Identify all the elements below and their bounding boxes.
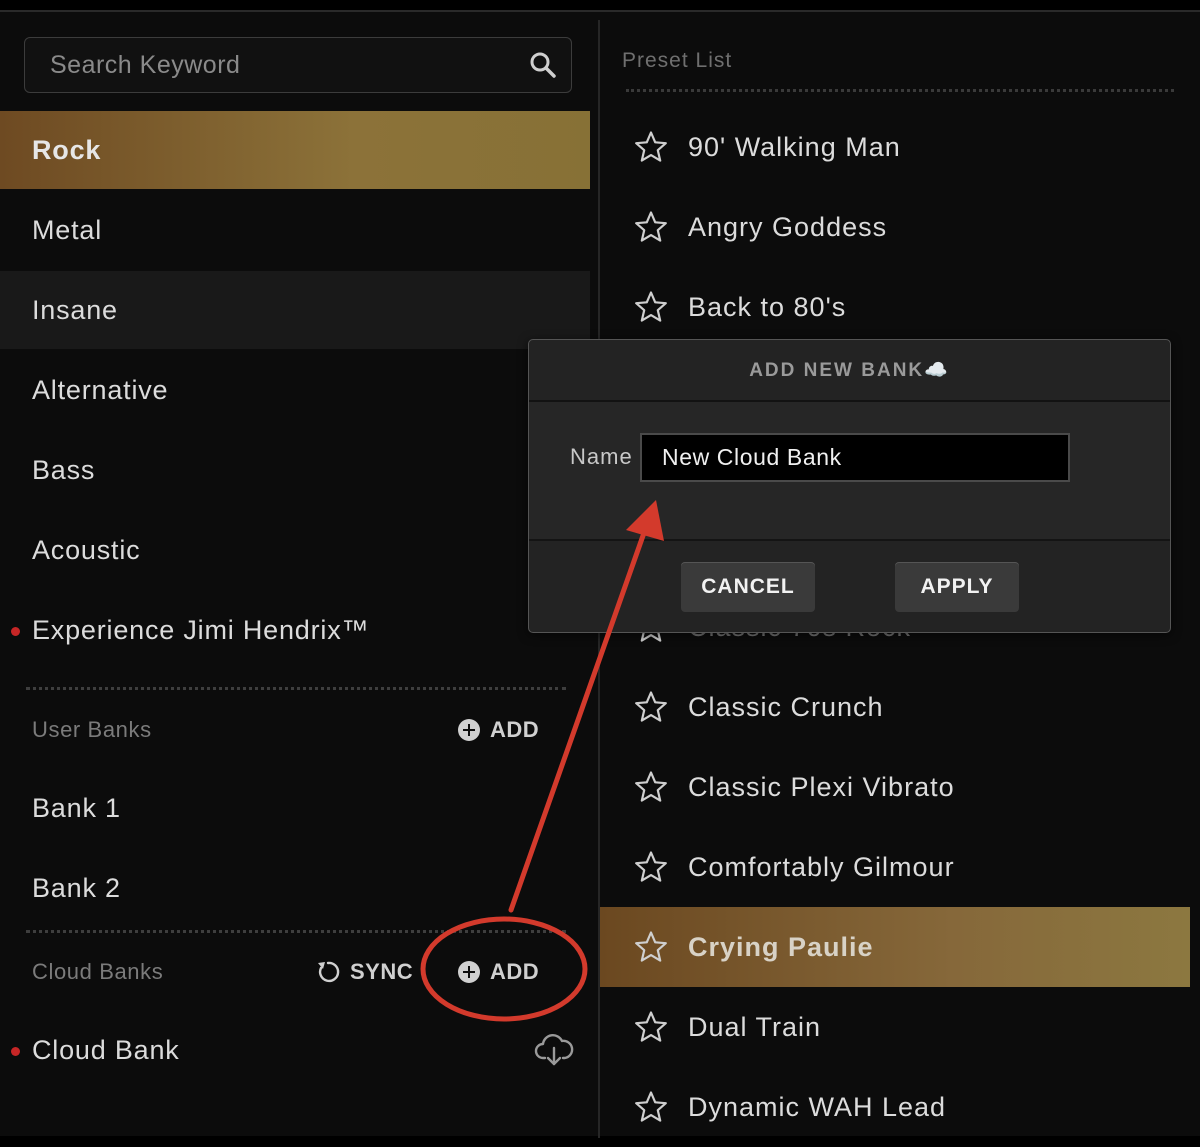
category-label: Insane (32, 295, 118, 325)
dialog-body: Name (529, 402, 1170, 541)
category-label: Rock (32, 135, 102, 165)
cloud-bank-item[interactable]: Cloud Bank (0, 1011, 590, 1089)
preset-item[interactable]: Classic Crunch (600, 667, 1190, 747)
name-label: Name (570, 444, 633, 469)
category-acoustic[interactable]: Acoustic (0, 511, 590, 589)
category-label: Experience Jimi Hendrix™ (32, 615, 370, 645)
refresh-icon (318, 961, 340, 983)
section-divider (26, 930, 566, 933)
star-icon[interactable] (634, 770, 668, 804)
category-label: Bass (32, 455, 96, 485)
search-input[interactable] (25, 38, 515, 92)
preset-label: Back to 80's (688, 292, 847, 322)
preset-item[interactable]: 90' Walking Man (600, 107, 1190, 187)
star-icon[interactable] (634, 850, 668, 884)
bank-label: Bank 2 (32, 873, 121, 903)
star-icon[interactable] (634, 210, 668, 244)
preset-item[interactable]: Dynamic WAH Lead (600, 1067, 1190, 1147)
bank-label: Cloud Bank (32, 1035, 180, 1065)
category-bass[interactable]: Bass (0, 431, 590, 509)
category-insane[interactable]: Insane (0, 271, 590, 349)
search-box[interactable] (24, 37, 572, 93)
category-label: Metal (32, 215, 103, 245)
preset-item[interactable]: Classic Plexi Vibrato (600, 747, 1190, 827)
star-icon[interactable] (634, 130, 668, 164)
preset-label: Classic Crunch (688, 692, 884, 722)
preset-item[interactable]: Back to 80's (600, 267, 1190, 347)
category-experience-jimi-hendrix[interactable]: Experience Jimi Hendrix™ (0, 591, 590, 669)
preset-label: Angry Goddess (688, 212, 888, 242)
preset-label: 90' Walking Man (688, 132, 901, 162)
user-bank-item[interactable]: Bank 1 (0, 769, 590, 847)
category-label: Acoustic (32, 535, 141, 565)
preset-item[interactable]: Dual Train (600, 987, 1190, 1067)
preset-label: Classic Plexi Vibrato (688, 772, 955, 802)
add-user-bank-button[interactable]: ADD (458, 717, 539, 743)
category-rock[interactable]: Rock (0, 111, 590, 189)
user-bank-item[interactable]: Bank 2 (0, 849, 590, 927)
star-icon[interactable] (634, 1090, 668, 1124)
category-metal[interactable]: Metal (0, 191, 590, 269)
star-icon[interactable] (634, 690, 668, 724)
add-label: ADD (490, 717, 540, 742)
add-new-bank-dialog: ADD NEW BANK☁️ Name CANCEL APPLY (528, 339, 1171, 633)
sync-label: SYNC (350, 959, 414, 984)
cloud-banks-label: Cloud Banks (32, 959, 164, 984)
preset-item[interactable]: Comfortably Gilmour (600, 827, 1190, 907)
star-icon[interactable] (634, 930, 668, 964)
cloud-download-icon[interactable] (534, 1031, 574, 1069)
cancel-button[interactable]: CANCEL (681, 562, 815, 612)
star-icon[interactable] (634, 290, 668, 324)
status-dot (11, 627, 20, 636)
preset-label: Comfortably Gilmour (688, 852, 955, 882)
preset-label: Dual Train (688, 1012, 822, 1042)
category-label: Alternative (32, 375, 169, 405)
add-circle-icon (458, 719, 480, 741)
add-circle-icon (458, 961, 480, 983)
add-cloud-bank-button[interactable]: ADD (458, 959, 539, 985)
preset-label: Dynamic WAH Lead (688, 1092, 947, 1122)
bank-name-input[interactable] (640, 433, 1070, 482)
bank-label: Bank 1 (32, 793, 121, 823)
section-divider (626, 89, 1174, 92)
user-banks-label: User Banks (32, 717, 152, 742)
preset-item[interactable]: Angry Goddess (600, 187, 1190, 267)
app-window: Rock Metal Insane Alternative Bass Acous… (0, 10, 1200, 1138)
status-dot (11, 1047, 20, 1056)
bank-sidebar: Rock Metal Insane Alternative Bass Acous… (0, 12, 598, 1136)
category-alternative[interactable]: Alternative (0, 351, 590, 429)
preset-list-title: Preset List (622, 49, 733, 72)
section-divider (26, 687, 566, 690)
sync-button[interactable]: SYNC (316, 959, 413, 985)
add-label: ADD (490, 959, 540, 984)
search-icon[interactable] (529, 51, 557, 79)
star-icon[interactable] (634, 1010, 668, 1044)
preset-item[interactable]: Crying Paulie (600, 907, 1190, 987)
preset-label: Crying Paulie (688, 932, 874, 962)
apply-button[interactable]: APPLY (895, 562, 1019, 612)
dialog-title: ADD NEW BANK☁️ (529, 340, 1170, 402)
